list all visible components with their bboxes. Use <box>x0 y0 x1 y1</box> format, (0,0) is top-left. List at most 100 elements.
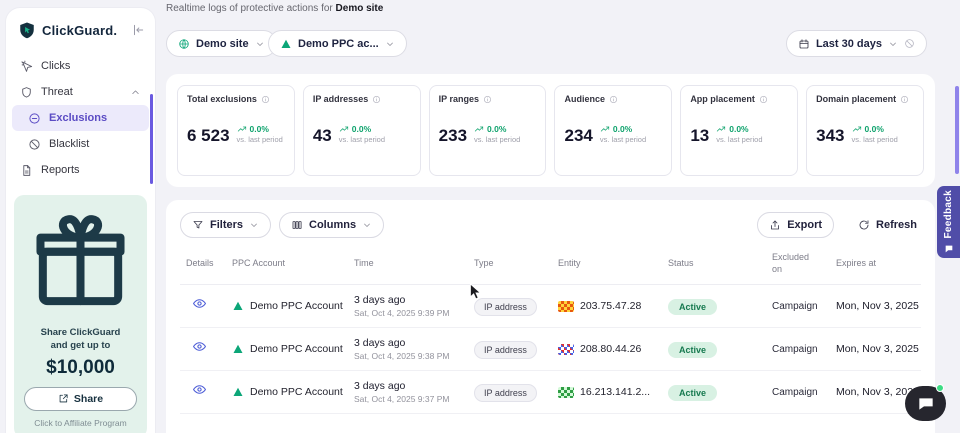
table-row: Demo PPC Account 3 days ago Sat, Oct 4, … <box>180 371 921 414</box>
filter-icon <box>192 219 204 231</box>
info-icon[interactable] <box>483 95 492 104</box>
view-details-icon[interactable] <box>192 296 207 311</box>
time-absolute: Sat, Oct 4, 2025 9:37 PM <box>354 394 468 404</box>
col-header-type: Type <box>468 258 552 270</box>
flag-icon <box>558 387 574 398</box>
refresh-button[interactable]: Refresh <box>854 212 921 238</box>
stat-label: App placement <box>690 94 755 104</box>
globe-icon <box>178 38 190 50</box>
stat-label: Total exclusions <box>187 94 257 104</box>
refresh-button-label: Refresh <box>876 219 917 231</box>
col-header-excluded-on: Excluded on <box>766 252 818 275</box>
columns-button[interactable]: Columns <box>279 212 384 238</box>
col-header-time: Time <box>348 258 468 270</box>
share-icon <box>58 393 69 404</box>
stat-value: 43 <box>313 127 332 144</box>
type-badge: IP address <box>474 384 537 402</box>
stat-card-ip-addresses: IP addresses 43 0.0% vs. last period <box>303 85 421 176</box>
ppc-account-filter-pill[interactable]: Demo PPC ac... <box>268 30 407 57</box>
sidebar-item-clicks[interactable]: Clicks <box>12 53 149 79</box>
sidebar-item-reports[interactable]: Reports <box>12 157 149 183</box>
stat-label: IP ranges <box>439 94 479 104</box>
info-icon[interactable] <box>900 95 909 104</box>
trend-up-icon <box>716 124 726 134</box>
ppc-account-label: Demo PPC Account <box>250 386 343 398</box>
stat-card-app-placement: App placement 13 0.0% vs. last period <box>680 85 798 176</box>
trend-up-icon <box>339 124 349 134</box>
page-scrollbar-thumb[interactable] <box>955 86 959 174</box>
sidebar-collapse-icon[interactable] <box>131 23 145 37</box>
ppc-account-filter-label: Demo PPC ac... <box>298 38 379 50</box>
site-filter-label: Demo site <box>196 38 249 50</box>
clicks-icon <box>20 60 33 73</box>
sidebar-item-label: Blacklist <box>49 138 89 150</box>
feedback-tab[interactable]: Feedback <box>937 186 960 258</box>
flag-icon <box>558 301 574 312</box>
sidebar-item-label: Reports <box>41 164 80 176</box>
share-button-label: Share <box>74 393 103 405</box>
info-icon[interactable] <box>261 95 270 104</box>
chevron-up-icon <box>130 87 141 98</box>
sidebar-item-blacklist[interactable]: Blacklist <box>12 131 149 157</box>
stat-label: Domain placement <box>816 94 896 104</box>
stat-label: IP addresses <box>313 94 368 104</box>
stat-period: vs. last period <box>339 135 385 144</box>
table-header-row: Details PPC Account Time Type Entity Sta… <box>180 252 921 285</box>
stat-delta-value: 0.0% <box>487 124 506 134</box>
clear-daterange-icon[interactable] <box>904 38 915 49</box>
stat-card-ip-ranges: IP ranges 233 0.0% vs. last period <box>429 85 547 176</box>
chevron-down-icon <box>888 39 898 49</box>
affiliate-link[interactable]: Click to Affiliate Program <box>24 418 137 428</box>
info-icon[interactable] <box>609 95 618 104</box>
google-ads-icon <box>232 386 244 398</box>
sidebar-item-exclusions[interactable]: Exclusions <box>12 105 149 131</box>
stat-card-domain-placement: Domain placement 343 0.0% vs. last perio… <box>806 85 924 176</box>
table-toolbar: Filters Columns Export Refresh <box>180 212 921 238</box>
logo-text: ClickGuard. <box>42 23 117 38</box>
realtime-note-site: Demo site <box>336 3 384 14</box>
entity-value: 208.80.44.26 <box>580 343 641 355</box>
google-ads-icon <box>280 38 292 50</box>
filters-button-label: Filters <box>210 219 243 231</box>
stat-period: vs. last period <box>852 135 898 144</box>
time-absolute: Sat, Oct 4, 2025 9:38 PM <box>354 351 468 361</box>
chevron-down-icon <box>249 220 259 230</box>
affiliate-promo-card: Share ClickGuard and get up to $10,000 S… <box>14 195 147 433</box>
status-badge: Active <box>668 385 717 401</box>
gift-icon <box>24 207 137 320</box>
share-button[interactable]: Share <box>24 387 137 411</box>
excluded-on-value: Campaign <box>766 344 830 355</box>
stat-value: 343 <box>816 127 844 144</box>
sidebar-nav: Clicks Threat Exclusions <box>6 49 155 183</box>
view-details-icon[interactable] <box>192 382 207 397</box>
date-range-label: Last 30 days <box>816 38 882 50</box>
realtime-note: Realtime logs of protective actions for … <box>166 3 383 14</box>
page: ClickGuard. Clicks Threat <box>0 0 960 433</box>
chat-launcher-button[interactable] <box>905 386 946 421</box>
sidebar-scrollbar-thumb[interactable] <box>150 94 153 184</box>
table-row: Demo PPC Account 3 days ago Sat, Oct 4, … <box>180 285 921 328</box>
report-icon <box>20 164 33 177</box>
excluded-on-value: Campaign <box>766 387 830 398</box>
sidebar-item-label: Clicks <box>41 60 70 72</box>
export-button[interactable]: Export <box>757 212 834 238</box>
info-icon[interactable] <box>759 95 768 104</box>
type-badge: IP address <box>474 298 537 316</box>
sidebar-item-label: Threat <box>41 86 73 98</box>
view-details-icon[interactable] <box>192 339 207 354</box>
info-icon[interactable] <box>372 95 381 104</box>
stat-card-audience: Audience 234 0.0% vs. last period <box>554 85 672 176</box>
sidebar-item-label: Exclusions <box>49 112 107 124</box>
calendar-icon <box>798 38 810 50</box>
stat-label: Audience <box>564 94 605 104</box>
site-filter-pill[interactable]: Demo site <box>166 30 277 57</box>
stats-panel: Total exclusions 6 523 0.0% vs. last per… <box>166 74 935 187</box>
export-icon <box>769 219 781 231</box>
sidebar-item-threat[interactable]: Threat <box>12 79 149 105</box>
ppc-account-label: Demo PPC Account <box>250 300 343 312</box>
time-relative: 3 days ago <box>354 294 468 306</box>
trend-up-icon <box>600 124 610 134</box>
flag-icon <box>558 344 574 355</box>
filters-button[interactable]: Filters <box>180 212 271 238</box>
date-range-pill[interactable]: Last 30 days <box>786 30 927 57</box>
